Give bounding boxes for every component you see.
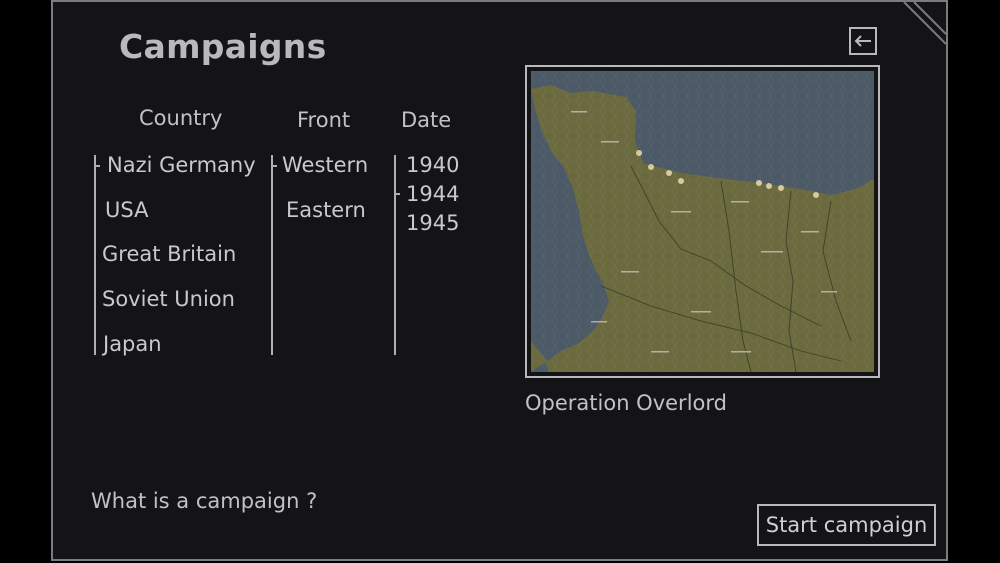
country-item-great-britain[interactable]: Great Britain [102,242,236,266]
corner-decoration [903,2,946,45]
country-selection-tick [94,165,100,167]
date-item-1945[interactable]: 1945 [406,211,459,235]
front-item-western[interactable]: Western [282,153,368,177]
country-item-soviet-union[interactable]: Soviet Union [102,287,235,311]
front-item-eastern[interactable]: Eastern [286,198,366,222]
date-column-header: Date [401,108,452,132]
country-item-japan[interactable]: Japan [103,332,162,356]
country-item-nazi-germany[interactable]: Nazi Germany [107,153,256,177]
date-selection-tick [394,193,400,195]
date-item-1944[interactable]: 1944 [406,182,459,206]
country-list-line [94,155,96,355]
country-column-header: Country [139,106,223,130]
campaign-map [531,71,874,372]
back-button[interactable] [849,27,877,55]
front-selection-tick [271,165,277,167]
country-item-usa[interactable]: USA [105,198,148,222]
date-item-1940[interactable]: 1940 [406,153,459,177]
campaign-map-frame [525,65,880,378]
arrow-left-icon [854,35,871,47]
what-is-campaign-link[interactable]: What is a campaign ? [91,489,317,513]
campaign-name: Operation Overlord [525,391,727,415]
date-list-line [394,155,396,355]
start-campaign-button[interactable]: Start campaign [757,504,936,546]
front-column-header: Front [297,108,351,132]
front-list-line [271,155,273,355]
page-title: Campaigns [119,27,327,66]
campaigns-panel: Campaigns Country Front Date Nazi German… [51,0,948,561]
